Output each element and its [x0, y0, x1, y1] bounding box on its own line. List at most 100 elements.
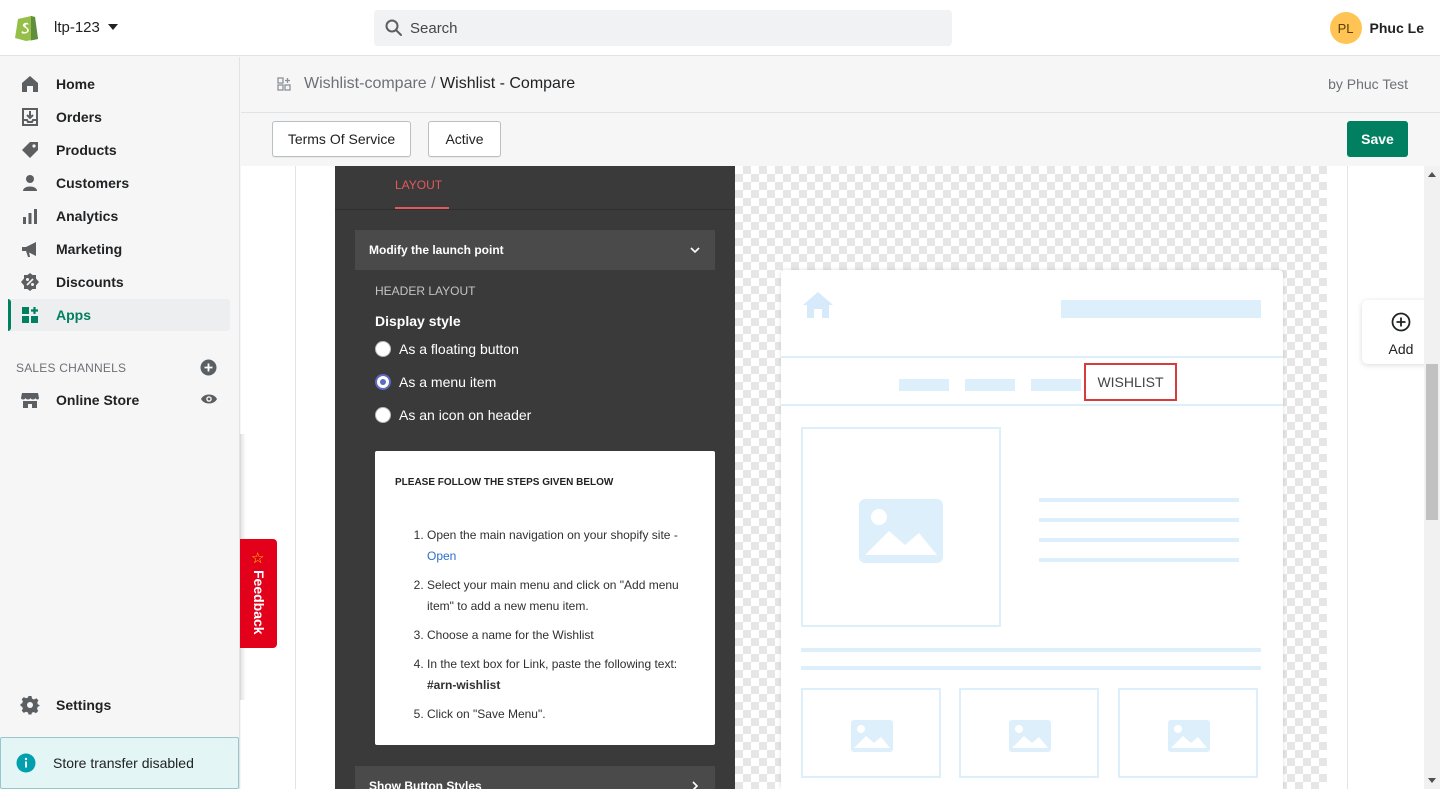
radio-label: As an icon on header — [399, 407, 532, 423]
shopify-logo-icon — [15, 16, 38, 41]
save-button[interactable]: Save — [1347, 121, 1408, 157]
store-switcher[interactable]: ltp-123 — [14, 13, 118, 41]
radio-label: As a floating button — [399, 341, 519, 357]
text-line-placeholder — [1039, 518, 1239, 522]
instructions-heading: PLEASE FOLLOW THE STEPS GIVEN BELOW — [395, 477, 614, 488]
radio-floating-button[interactable]: As a floating button — [375, 341, 519, 357]
store-transfer-text: Store transfer disabled — [53, 755, 194, 771]
sidebar-item-label: Products — [56, 142, 117, 158]
search-input[interactable] — [410, 19, 910, 37]
main-content: Wishlist-compare / Wishlist - Compare by… — [241, 57, 1440, 789]
terms-of-service-button[interactable]: Terms Of Service — [272, 121, 411, 157]
settings-panel: LAYOUT Modify the launch point HEADER LA… — [335, 166, 735, 789]
preview-canvas: WISHLIST — [735, 166, 1327, 789]
home-icon — [803, 292, 833, 318]
sidebar-item-home[interactable]: Home — [8, 68, 230, 100]
breadcrumb-parent-link[interactable]: Wishlist-compare — [304, 75, 427, 92]
megaphone-icon — [22, 242, 36, 257]
step-item: Choose a name for the Wishlist — [427, 625, 699, 646]
step-text: Choose a name for the Wishlist — [427, 628, 594, 642]
page-title-bar: Wishlist-compare / Wishlist - Compare by… — [241, 57, 1440, 113]
image-icon — [851, 720, 893, 752]
sidebar-item-discounts[interactable]: Discounts — [8, 266, 230, 298]
accordion-label: Modify the launch point — [369, 243, 504, 257]
sidebar-item-products[interactable]: Products — [8, 134, 230, 166]
open-navigation-link[interactable]: Open — [427, 546, 699, 567]
sidebar-item-apps[interactable]: Apps — [8, 299, 230, 331]
radio-menu-item[interactable]: As a menu item — [375, 374, 496, 390]
search-icon — [385, 19, 402, 36]
breadcrumb: Wishlist-compare / Wishlist - Compare — [304, 75, 575, 93]
sidebar-item-label: Settings — [56, 697, 112, 713]
breadcrumb-separator: / — [431, 75, 436, 92]
sidebar-item-label: Orders — [56, 109, 102, 125]
top-bar: ltp-123 PL Phuc Le — [0, 0, 1440, 56]
step-item: Select your main menu and click on "Add … — [427, 575, 699, 617]
link-code: #arn-wishlist — [427, 678, 501, 692]
image-icon — [859, 499, 943, 563]
sidebar-item-label: Customers — [56, 175, 130, 191]
divider — [781, 356, 1283, 358]
eye-icon[interactable] — [200, 392, 218, 406]
menu-placeholder — [1031, 379, 1081, 391]
scrollbar-thumb[interactable] — [1426, 364, 1438, 520]
caret-down-icon — [107, 24, 118, 30]
text-line-placeholder — [1039, 538, 1239, 542]
sidebar-item-label: Marketing — [56, 241, 123, 257]
person-icon — [23, 175, 37, 191]
divider — [781, 404, 1283, 406]
gear-icon — [20, 696, 40, 715]
thumbnail-placeholder — [801, 688, 941, 778]
scroll-up-arrow-icon[interactable] — [1428, 172, 1436, 177]
app-author: by Phuc Test — [1328, 76, 1408, 92]
bar-chart-icon — [23, 209, 37, 224]
scrollbar[interactable] — [1424, 166, 1440, 789]
add-channel-icon[interactable] — [200, 359, 217, 376]
radio-circle[interactable] — [375, 341, 391, 357]
instructions-card: PLEASE FOLLOW THE STEPS GIVEN BELOW Open… — [375, 451, 715, 745]
feedback-label: Feedback — [251, 570, 267, 635]
wishlist-menu-item: WISHLIST — [1084, 363, 1177, 401]
product-image-placeholder — [801, 427, 1001, 627]
user-menu[interactable]: PL Phuc Le — [1329, 12, 1424, 44]
store-name: ltp-123 — [54, 18, 100, 36]
image-icon — [1009, 720, 1051, 752]
launch-point-accordion[interactable]: Modify the launch point — [355, 230, 715, 270]
store-transfer-banner: Store transfer disabled — [0, 737, 239, 789]
tab-layout[interactable]: LAYOUT — [395, 178, 442, 192]
step-item: In the text box for Link, paste the foll… — [427, 654, 699, 696]
feedback-tab[interactable]: ☆ Feedback — [240, 539, 277, 648]
sidebar-item-online-store[interactable]: Online Store — [8, 384, 230, 416]
active-button[interactable]: Active — [428, 121, 501, 157]
sidebar-item-label: Discounts — [56, 274, 124, 290]
discount-icon — [21, 273, 39, 291]
radio-label: As a menu item — [399, 374, 497, 390]
step-item: Click on "Save Menu". — [427, 704, 699, 725]
store-icon — [21, 393, 39, 408]
accordion-label: Show Button Styles — [369, 779, 482, 789]
menu-placeholder — [965, 379, 1015, 391]
active-indicator — [8, 299, 11, 331]
step-text: Select your main menu and click on "Add … — [427, 578, 679, 613]
chevron-right-icon — [692, 781, 699, 789]
chevron-down-icon — [690, 247, 700, 254]
sidebar-item-settings[interactable]: Settings — [8, 689, 230, 721]
sidebar-item-analytics[interactable]: Analytics — [8, 200, 230, 232]
sidebar-item-orders[interactable]: Orders — [8, 101, 230, 133]
search-bar[interactable] — [374, 10, 952, 46]
editor-area: LAYOUT Modify the launch point HEADER LA… — [241, 166, 1440, 789]
image-icon — [1168, 720, 1210, 752]
sidebar-item-marketing[interactable]: Marketing — [8, 233, 230, 265]
button-styles-accordion[interactable]: Show Button Styles — [355, 766, 715, 789]
radio-circle-selected[interactable] — [375, 374, 391, 390]
step-text: Click on "Save Menu". — [427, 707, 546, 721]
thumbnail-placeholder — [959, 688, 1099, 778]
radio-circle[interactable] — [375, 407, 391, 423]
radio-icon-on-header[interactable]: As an icon on header — [375, 407, 531, 423]
scroll-down-arrow-icon[interactable] — [1428, 778, 1436, 783]
step-text: In the text box for Link, paste the foll… — [427, 657, 678, 671]
orders-icon — [22, 108, 38, 126]
sidebar-item-customers[interactable]: Customers — [8, 167, 230, 199]
sidebar-item-label: Analytics — [56, 208, 119, 224]
store-mockup: WISHLIST — [781, 270, 1283, 789]
